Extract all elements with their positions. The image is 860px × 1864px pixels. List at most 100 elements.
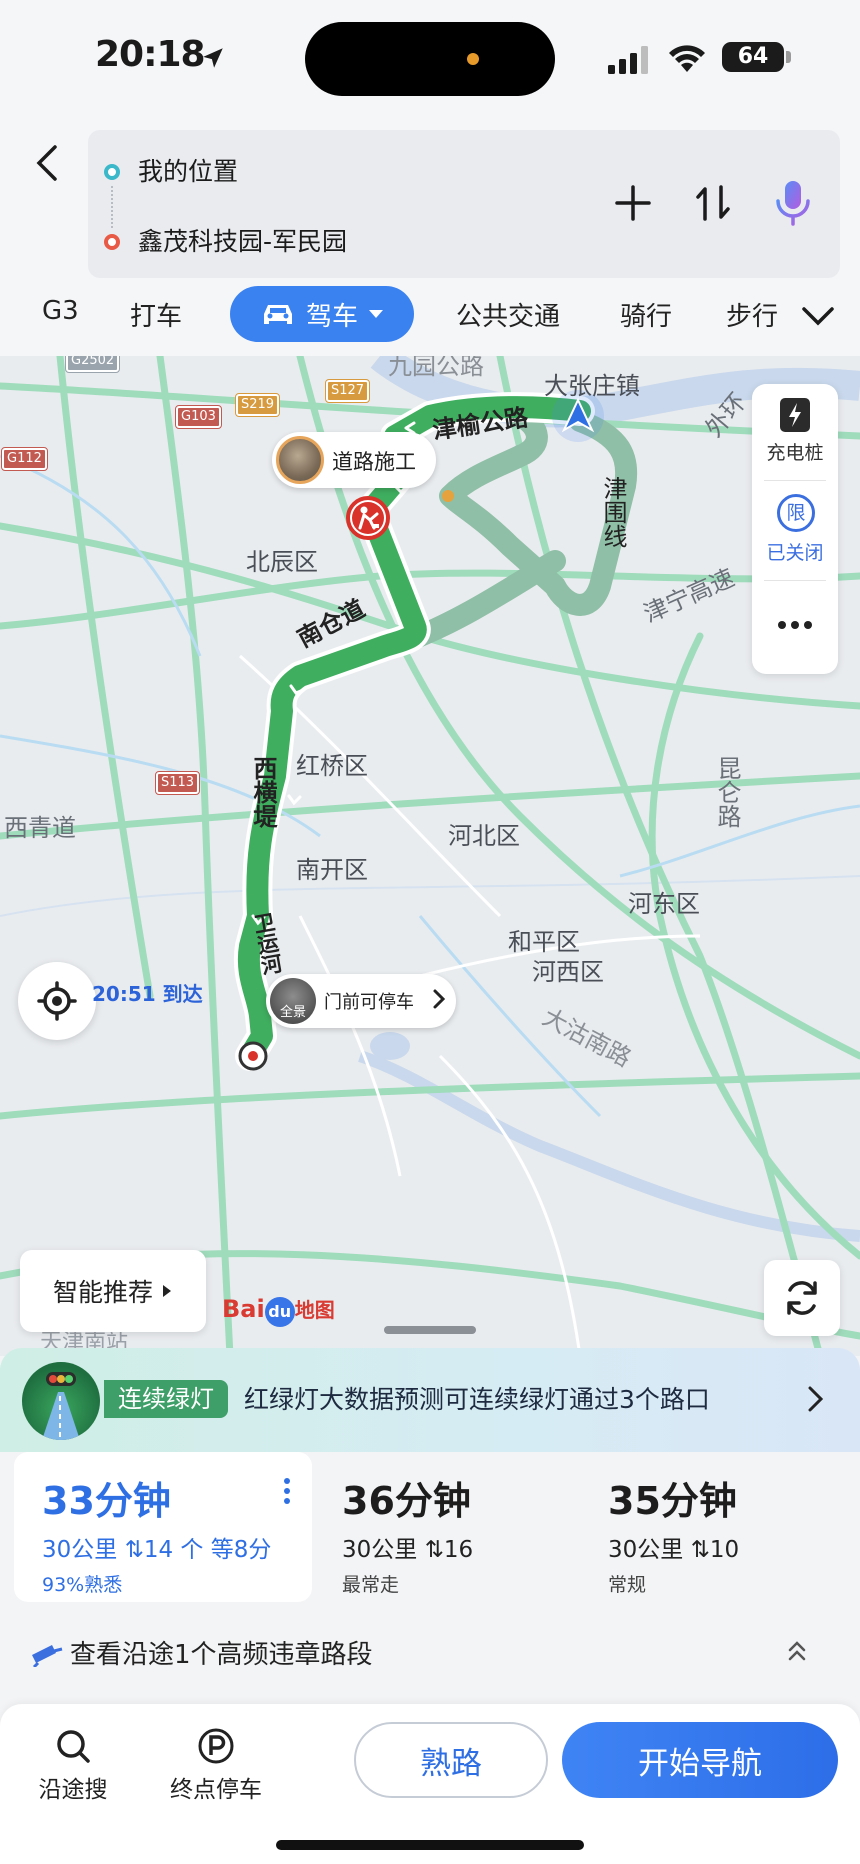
route-meta: 30公里 ⇅10 <box>608 1537 740 1563</box>
wifi-icon <box>669 45 705 72</box>
voice-input-button[interactable] <box>768 178 818 228</box>
smart-recommend-button[interactable]: 智能推荐 <box>20 1250 206 1332</box>
road-construction-tag[interactable]: 道路施工 <box>272 432 436 488</box>
play-triangle-icon <box>163 1285 171 1297</box>
shield-s219: S219 <box>234 393 281 417</box>
shield-g2502: G2502 <box>64 356 121 373</box>
tab-taxi[interactable]: 打车 <box>130 296 182 333</box>
traffic-limit-button[interactable]: 限 已关闭 <box>752 484 838 574</box>
shield-s127: S127 <box>324 379 371 403</box>
tab-bike[interactable]: 骑行 <box>620 296 672 333</box>
status-time: 20:18 <box>95 34 206 75</box>
camera-icon <box>32 1644 63 1667</box>
microphone-icon <box>776 181 810 226</box>
sheet-drag-handle[interactable] <box>384 1326 476 1334</box>
route-option-1[interactable]: 33分钟 30公里 ⇅14 个 等8分 93%熟悉 <box>14 1452 312 1602</box>
expand-modes-icon[interactable] <box>798 296 838 336</box>
add-waypoint-button[interactable] <box>608 178 658 228</box>
tab-walk[interactable]: 步行 <box>726 296 782 333</box>
map-label-hebei: 河北区 <box>448 822 520 850</box>
construction-photo <box>276 436 324 484</box>
traffic-light-graphic <box>42 1372 80 1440</box>
limit-status: 已关闭 <box>766 542 824 564</box>
map-label-beichen: 北辰区 <box>246 548 318 576</box>
car-icon <box>263 305 292 324</box>
map-view[interactable]: 大张庄镇 九园公路 北辰区 红桥区 河北区 南开区 河东区 和平区 河西区 西青… <box>0 356 860 1356</box>
status-bar: 20:18 64 <box>0 0 860 118</box>
dynamic-island <box>305 22 555 96</box>
route-duration: 33分钟 <box>42 1479 171 1523</box>
search-along-route-button[interactable]: 沿途搜 <box>18 1726 128 1804</box>
chevron-up-double-icon[interactable] <box>784 1638 810 1664</box>
more-tools-button[interactable] <box>752 584 838 674</box>
more-icon <box>778 621 812 629</box>
route-meta: 30公里 ⇅16 <box>342 1537 474 1563</box>
map-label-nankai: 南开区 <box>296 856 368 884</box>
route-tag: 93%熟悉 <box>42 1574 123 1596</box>
parking-label: 门前可停车 <box>324 992 414 1013</box>
caret-down-icon <box>369 310 383 318</box>
violation-segments-link[interactable]: 查看沿途1个高频违章路段 <box>30 1634 373 1671</box>
green-light-banner[interactable]: 连续绿灯 红绿灯大数据预测可连续绿灯通过3个路口 <box>0 1348 860 1468</box>
baidu-text: Bai <box>222 1295 265 1323</box>
charging-station-button[interactable]: 充电桩 <box>752 384 838 474</box>
crosshair-icon <box>37 981 77 1021</box>
shield-g112: G112 <box>1 447 48 471</box>
more-vertical-icon[interactable] <box>282 1476 292 1506</box>
construction-pin[interactable] <box>346 496 390 540</box>
route-option-2[interactable]: 36分钟 30公里 ⇅16 最常走 <box>314 1452 580 1602</box>
refresh-route-button[interactable] <box>764 1260 840 1336</box>
route-input-box: 我的位置 鑫茂科技园-军民园 <box>88 130 840 278</box>
chevron-left-icon <box>36 145 57 181</box>
parking-tag[interactable]: 全景 门前可停车 <box>266 974 456 1028</box>
destination-field[interactable]: 鑫茂科技园-军民园 <box>138 222 347 258</box>
tab-g3[interactable]: G3 <box>42 296 79 326</box>
map-label-jiuyuan: 九园公路 <box>388 356 484 380</box>
swap-route-button[interactable] <box>688 178 738 228</box>
search-along-route-label: 沿途搜 <box>38 1777 108 1803</box>
charging-icon <box>780 398 810 432</box>
recording-dot <box>467 53 479 65</box>
panel-divider <box>764 480 826 481</box>
map-label-kunlun: 昆仑路 <box>713 756 741 828</box>
start-navigation-button[interactable]: 开始导航 <box>562 1722 838 1798</box>
map-label-xiqing: 西青道 <box>4 814 76 842</box>
shield-s113: S113 <box>154 771 201 795</box>
bottom-action-bar: 沿途搜 终点停车 熟路 开始导航 <box>0 1704 860 1864</box>
panorama-thumbnail: 全景 <box>270 978 316 1024</box>
destination-parking-label: 终点停车 <box>170 1777 262 1803</box>
map-label-jinwei: 津围线 <box>599 476 627 548</box>
start-location-field[interactable]: 我的位置 <box>138 152 238 188</box>
locate-me-button[interactable] <box>18 962 96 1040</box>
construction-label: 道路施工 <box>332 450 416 474</box>
shield-g103: G103 <box>175 405 222 429</box>
parking-icon <box>198 1728 234 1764</box>
route-duration: 36分钟 <box>342 1479 471 1523</box>
route-connector-line <box>111 186 113 228</box>
home-indicator <box>276 1840 584 1850</box>
familiar-route-button[interactable]: 熟路 <box>354 1722 548 1798</box>
tab-transit[interactable]: 公共交通 <box>456 296 560 333</box>
map-tools-panel: 充电桩 限 已关闭 <box>752 384 838 674</box>
route-options: 33分钟 30公里 ⇅14 个 等8分 93%熟悉 36分钟 30公里 ⇅16 … <box>0 1452 860 1704</box>
map-label-hongqiao: 红桥区 <box>296 752 368 780</box>
baidu-map-logo: Bai du 地图 <box>222 1294 335 1327</box>
route-meta: 30公里 ⇅14 个 等8分 <box>42 1537 272 1563</box>
baidu-paw: du <box>264 1297 295 1327</box>
start-point-dot <box>104 164 120 180</box>
battery-cap <box>786 51 791 63</box>
chevron-right-icon <box>433 989 446 1009</box>
back-button[interactable] <box>22 138 72 188</box>
route-header: 我的位置 鑫茂科技园-军民园 G3 打车 驾车 公共交通 骑行 步行 <box>0 118 860 356</box>
route-option-3[interactable]: 35分钟 30公里 ⇅10 常规 <box>580 1452 846 1602</box>
refresh-icon <box>787 1281 817 1315</box>
tab-drive-label: 驾车 <box>305 301 358 332</box>
chevron-right-icon <box>808 1386 824 1412</box>
tab-drive[interactable]: 驾车 <box>230 286 414 342</box>
cellular-signal-icon <box>608 46 648 74</box>
end-point-dot <box>104 234 120 250</box>
smart-recommend-label: 智能推荐 <box>52 1278 153 1307</box>
route-tag: 常规 <box>608 1574 647 1596</box>
destination-parking-button[interactable]: 终点停车 <box>160 1726 272 1804</box>
search-icon <box>57 1730 90 1763</box>
